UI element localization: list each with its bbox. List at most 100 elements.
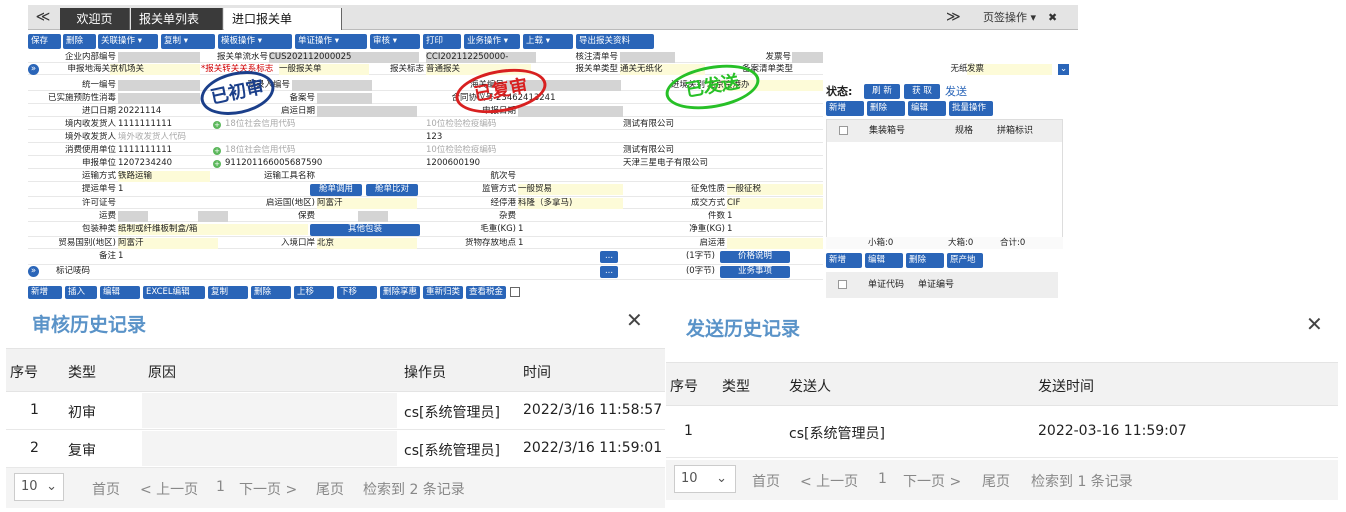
tab-declaration-list[interactable]: 报关单列表✖ [131, 8, 223, 48]
credit-code-input[interactable]: 18位社会信用代码 [225, 119, 425, 130]
print-button[interactable]: 打印 [423, 34, 461, 49]
upload-button[interactable]: 上载 ▾ [523, 34, 573, 49]
trade-country-input[interactable]: 阿富汗 [118, 238, 218, 249]
manifest-compare-button[interactable]: 舱单比对 [366, 184, 418, 196]
origin-button[interactable]: 原产地 [947, 253, 983, 268]
export-data-button[interactable]: 导出报关资料 [576, 34, 654, 49]
supervision-mode-input[interactable]: 一般贸易 [518, 184, 623, 195]
marks-more-button[interactable]: ... [600, 266, 618, 278]
other-packaging-button[interactable]: 其他包装 [310, 224, 420, 236]
prev-page-link[interactable]: < 上一页 [140, 479, 198, 499]
record-no-input[interactable] [317, 93, 372, 104]
consignee-code-input[interactable]: 1111111111 [118, 119, 210, 130]
next-page-link[interactable]: 下一页 > [239, 479, 297, 499]
declaration-relation-input[interactable]: 一般报关单 [279, 64, 369, 75]
paperless-input[interactable]: 发票 [967, 64, 1052, 75]
delete-button[interactable]: 删除 [63, 34, 96, 49]
edit-goods-button[interactable]: 编辑 [100, 286, 140, 299]
unified-no-input[interactable] [118, 80, 200, 91]
freight-input[interactable] [118, 211, 148, 222]
pieces-input[interactable]: 1 [727, 211, 823, 222]
move-up-button[interactable]: 上移 [294, 286, 334, 299]
contract-no-input[interactable]: 23462413241 [496, 93, 616, 104]
transport-mode-input[interactable]: 铁路运输 [118, 171, 210, 182]
origin-country-input[interactable]: 阿富汗 [317, 198, 417, 209]
serial-no-input[interactable]: CUS202112000025 [269, 52, 419, 63]
select-checkbox[interactable] [510, 287, 520, 297]
last-page-link[interactable]: 尾页 [982, 471, 1010, 491]
declare-date-input[interactable] [518, 106, 623, 117]
next-page-link[interactable]: 下一页 > [903, 471, 961, 491]
price-note-button[interactable]: 价格说明 [720, 251, 790, 263]
consignee-name-input[interactable]: 测试有限公司 [623, 119, 823, 130]
entry-port-input[interactable]: 北京 [317, 238, 417, 249]
net-weight-input[interactable]: 1 [727, 224, 823, 235]
add-box-button[interactable]: 新增 [826, 101, 864, 116]
edit-cert-button[interactable]: 编辑 [865, 253, 903, 268]
add-icon[interactable]: + [213, 121, 221, 129]
copy-button[interactable]: 复制 ▾ [161, 34, 215, 49]
select-all-checkbox[interactable] [838, 280, 847, 289]
bl-no-input[interactable]: 1 [118, 184, 210, 195]
manifest-call-button[interactable]: 舱单调用 [310, 184, 362, 196]
overseas-consignor-input[interactable]: 境外收发货人代码 [118, 132, 318, 143]
tax-nature-input[interactable]: 一般征税 [727, 184, 823, 195]
first-page-link[interactable]: 首页 [752, 471, 780, 491]
credit-code-input[interactable]: 911201166005687590 [225, 158, 425, 169]
internal-no-input[interactable] [118, 52, 200, 63]
close-icon[interactable]: ✕ [626, 308, 643, 332]
chevron-down-icon[interactable]: ⌄ [1058, 64, 1069, 75]
declaration-type-input[interactable]: 通关无纸化 [620, 64, 705, 75]
view-tax-button[interactable]: 查看税金 [466, 286, 506, 299]
pre-entry-no-input[interactable] [292, 80, 372, 91]
tab-scroll-right-button[interactable]: ≫ [946, 5, 961, 30]
ciq-code-input[interactable]: 10位检验检疫编码 [426, 145, 621, 156]
transit-port-input[interactable]: 科隆（多拿马) [518, 198, 623, 209]
page-size-select[interactable]: 10 ⌄ [674, 465, 736, 493]
add-icon[interactable]: + [213, 160, 221, 168]
related-ops-button[interactable]: 关联操作 ▾ [98, 34, 158, 49]
ciq-code-input[interactable]: 10位检验检疫编码 [426, 119, 621, 130]
declarant-name-input[interactable]: 天津三星电子有限公司 [623, 158, 823, 169]
copy-goods-button[interactable]: 复制 [208, 286, 248, 299]
entry-port-input[interactable]: 北京空港办 [707, 80, 823, 91]
close-all-tabs-icon[interactable]: ✖ [1048, 5, 1057, 30]
batch-ops-button[interactable]: 批量操作 [949, 101, 993, 116]
document-ops-button[interactable]: 单证操作 ▾ [295, 34, 367, 49]
business-items-button[interactable]: 业务事项 [720, 266, 790, 278]
tab-welcome[interactable]: 欢迎页 [60, 8, 130, 30]
add-icon[interactable]: + [213, 147, 221, 155]
first-page-link[interactable]: 首页 [92, 479, 120, 499]
fetch-button[interactable]: 获 取 [904, 84, 940, 99]
departure-date-input[interactable] [317, 106, 417, 117]
consumer-name-input[interactable]: 测试有限公司 [623, 145, 823, 156]
page-size-select[interactable]: 10 ⌄ [14, 473, 64, 501]
import-date-input[interactable]: 20221114 [118, 106, 200, 117]
gross-weight-input[interactable]: 1 [518, 224, 623, 235]
business-ops-button[interactable]: 业务操作 ▾ [464, 34, 520, 49]
declarant-code-input[interactable]: 1207234240 [118, 158, 210, 169]
invoice-no-input[interactable] [792, 52, 823, 63]
close-icon[interactable]: ✕ [1306, 312, 1323, 336]
expand-icon[interactable]: » [28, 64, 39, 75]
cci-no-input[interactable]: CCI202112250000- [426, 52, 536, 63]
delete-cert-button[interactable]: 删除 [906, 253, 944, 268]
table-row[interactable]: 1 初审 cs[系统管理员] 2022/3/16 11:58:57 [6, 392, 665, 430]
page-ops-menu[interactable]: 页签操作 ▾ [983, 5, 1036, 30]
insert-goods-button[interactable]: 插入 [65, 286, 97, 299]
remarks-more-button[interactable]: ... [600, 251, 618, 263]
select-all-checkbox[interactable] [839, 126, 848, 135]
customs-no-input[interactable] [506, 80, 621, 91]
table-row[interactable]: 1 cs[系统管理员] 2022-03-16 11:59:07 [666, 406, 1338, 458]
refresh-button[interactable]: 刷 新 [864, 84, 900, 99]
template-ops-button[interactable]: 模板操作 ▾ [218, 34, 292, 49]
disinfection-input[interactable] [118, 93, 200, 104]
move-down-button[interactable]: 下移 [337, 286, 377, 299]
edit-box-button[interactable]: 编辑 [908, 101, 946, 116]
last-page-link[interactable]: 尾页 [316, 479, 344, 499]
reclassify-button[interactable]: 重新归类 [423, 286, 463, 299]
overseas-name-input[interactable]: 123 [426, 132, 621, 143]
consumer-code-input[interactable]: 1111111111 [118, 145, 210, 156]
marks-input[interactable] [118, 266, 588, 277]
declaration-flag-input[interactable]: 普通报关 [426, 64, 531, 75]
